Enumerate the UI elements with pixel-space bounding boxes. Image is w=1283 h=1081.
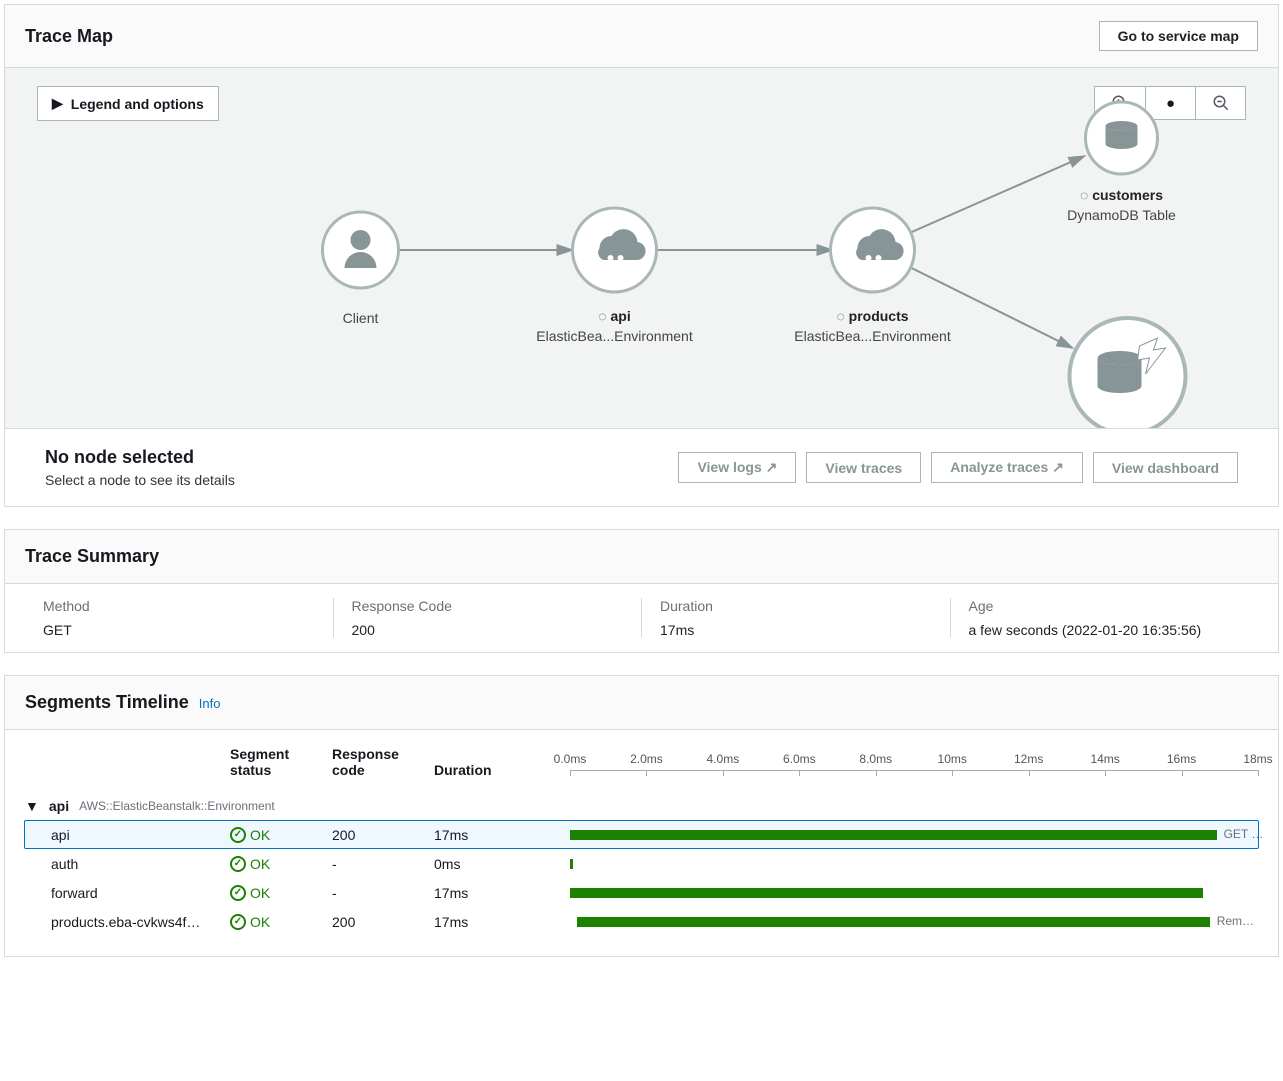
duration-label: Duration <box>660 598 932 614</box>
svg-text:ElasticBea...Environment: ElasticBea...Environment <box>794 328 951 344</box>
chevron-down-icon[interactable]: ▼ <box>25 798 39 814</box>
node-client[interactable]: Client <box>323 212 399 326</box>
segment-duration: 17ms <box>434 914 570 930</box>
view-logs-button[interactable]: View logs ↗ <box>678 452 796 483</box>
segment-status: OK <box>230 856 332 872</box>
col-header-status: Segment status <box>230 746 332 778</box>
node-database[interactable] <box>1070 318 1186 428</box>
method-value: GET <box>43 622 315 638</box>
segment-name: api <box>25 827 230 843</box>
external-link-icon: ↗ <box>766 459 778 475</box>
external-link-icon: ↗ <box>1052 459 1064 475</box>
segment-status: OK <box>230 885 332 901</box>
svg-text:Client: Client <box>343 310 379 326</box>
segment-name: forward <box>25 885 230 901</box>
segment-name: auth <box>25 856 230 872</box>
go-to-service-map-button[interactable]: Go to service map <box>1099 21 1258 51</box>
segment-response: - <box>332 885 434 901</box>
node-api[interactable]: ◌ api ElasticBea...Environment <box>536 208 693 344</box>
segment-response: 200 <box>332 827 434 843</box>
ok-icon <box>230 914 246 930</box>
ok-icon <box>230 885 246 901</box>
timeline-row[interactable]: apiOK20017msGET … <box>24 820 1259 849</box>
segment-duration: 17ms <box>434 885 570 901</box>
duration-value: 17ms <box>660 622 932 638</box>
analyze-traces-button[interactable]: Analyze traces ↗ <box>931 452 1083 483</box>
age-label: Age <box>969 598 1241 614</box>
segment-response: - <box>332 856 434 872</box>
panel-title: Segments Timeline <box>25 692 189 713</box>
segment-duration: 0ms <box>434 856 570 872</box>
svg-text:DynamoDB Table: DynamoDB Table <box>1067 207 1176 223</box>
segment-duration: 17ms <box>434 827 570 843</box>
footer-subtitle: Select a node to see its details <box>45 472 235 488</box>
col-header-duration: Duration <box>434 762 570 778</box>
trace-map-canvas[interactable]: ▶ Legend and options ● <box>5 68 1278 428</box>
segments-timeline-panel: Segments Timeline Info Segment status Re… <box>4 675 1279 957</box>
response-code-value: 200 <box>352 622 624 638</box>
segment-status: OK <box>230 827 332 843</box>
svg-text:◌ api: ◌ api <box>598 308 630 324</box>
ok-icon <box>230 827 246 843</box>
panel-title: Trace Map <box>25 26 113 47</box>
segment-status: OK <box>230 914 332 930</box>
segment-bar <box>570 886 1258 900</box>
segment-bar: GET … <box>570 828 1258 842</box>
footer-title: No node selected <box>45 447 235 468</box>
node-customers[interactable]: ◌ customers DynamoDB Table <box>1067 102 1176 223</box>
view-traces-button[interactable]: View traces <box>806 452 921 483</box>
segment-group-type: AWS::ElasticBeanstalk::Environment <box>79 799 275 813</box>
timeline-axis: 0.0ms2.0ms4.0ms6.0ms8.0ms10ms12ms14ms16m… <box>570 752 1258 778</box>
svg-text:◌ products: ◌ products <box>836 308 908 324</box>
svg-text:ElasticBea...Environment: ElasticBea...Environment <box>536 328 693 344</box>
timeline-row[interactable]: forwardOK-17ms <box>25 878 1258 907</box>
segment-bar <box>570 857 1258 871</box>
segment-response: 200 <box>332 914 434 930</box>
info-link[interactable]: Info <box>199 696 221 711</box>
view-dashboard-button[interactable]: View dashboard <box>1093 452 1238 483</box>
segment-name: products.eba-cvkws4f… <box>25 914 230 930</box>
timeline-row[interactable]: products.eba-cvkws4f…OK20017msRem… <box>25 907 1258 936</box>
trace-map-panel: Trace Map Go to service map ▶ Legend and… <box>4 4 1279 507</box>
segment-group-name: api <box>49 798 69 814</box>
timeline-row[interactable]: authOK-0ms <box>25 849 1258 878</box>
segment-bar: Rem… <box>570 915 1258 929</box>
panel-title: Trace Summary <box>25 546 159 567</box>
col-header-response: Response code <box>332 746 434 778</box>
method-label: Method <box>43 598 315 614</box>
svg-text:◌ customers: ◌ customers <box>1080 187 1163 203</box>
response-code-label: Response Code <box>352 598 624 614</box>
trace-summary-panel: Trace Summary Method GET Response Code 2… <box>4 529 1279 653</box>
ok-icon <box>230 856 246 872</box>
age-value: a few seconds (2022-01-20 16:35:56) <box>969 622 1241 638</box>
